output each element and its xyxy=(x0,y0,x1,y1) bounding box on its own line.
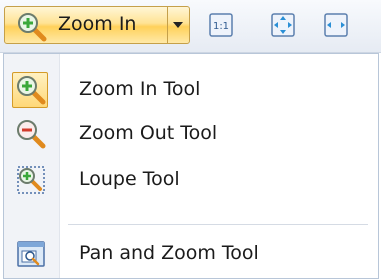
actual-size-text: 1:1 xyxy=(213,21,229,32)
zoom-in-magnifier-icon xyxy=(18,13,47,42)
loupe-icon xyxy=(17,166,45,194)
menu-item-loupe-tool[interactable]: Loupe Tool xyxy=(4,158,378,202)
menu-item-label: Loupe Tool xyxy=(79,168,180,190)
zoom-out-magnifier-icon xyxy=(17,120,46,149)
zoom-tool-menu: Zoom In Tool Zoom Out Tool Loupe Tool Pa… xyxy=(3,53,379,279)
menu-item-zoom-in-tool[interactable]: Zoom In Tool xyxy=(4,68,378,112)
zoom-in-button[interactable]: Zoom In xyxy=(5,7,168,43)
fit-page-icon[interactable] xyxy=(270,12,296,38)
pan-and-zoom-icon xyxy=(17,241,45,267)
menu-item-label: Zoom In Tool xyxy=(79,78,201,100)
zoom-dropdown-arrow[interactable] xyxy=(168,7,189,43)
zoom-in-magnifier-icon xyxy=(17,76,46,105)
menu-item-zoom-out-tool[interactable]: Zoom Out Tool xyxy=(4,112,378,156)
menu-item-label: Zoom Out Tool xyxy=(79,122,218,144)
menu-item-label: Pan and Zoom Tool xyxy=(79,242,259,264)
zoom-button-label: Zoom In xyxy=(58,13,137,35)
menu-item-pan-and-zoom-tool[interactable]: Pan and Zoom Tool xyxy=(4,232,378,276)
zoom-split-button[interactable]: Zoom In xyxy=(4,6,190,44)
actual-size-1-1-icon[interactable]: 1:1 xyxy=(208,12,234,38)
chevron-down-icon xyxy=(173,22,183,28)
menu-separator xyxy=(68,224,368,225)
fit-width-icon[interactable] xyxy=(323,12,349,38)
zoom-toolbar: Zoom In 1:1 xyxy=(0,0,381,53)
